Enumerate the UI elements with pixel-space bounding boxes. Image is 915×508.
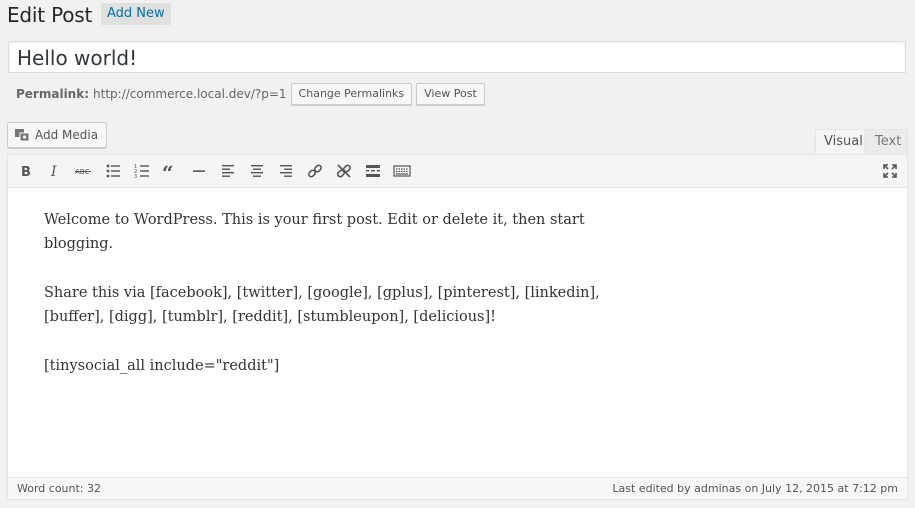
svg-text:“: “ — [162, 163, 174, 179]
add-media-button[interactable]: Add Media — [7, 122, 108, 148]
strikethrough-icon[interactable]: ABC — [71, 159, 95, 183]
unlink-icon[interactable] — [332, 159, 356, 183]
numbered-list-icon[interactable]: 123 — [130, 159, 154, 183]
post-title-value: Hello world! — [17, 46, 138, 70]
tab-text[interactable]: Text — [866, 129, 908, 154]
editor-statusbar: Word count: 32 Last edited by adminas on… — [8, 477, 907, 499]
content-paragraph: Share this via [facebook], [twitter], [g… — [44, 285, 600, 325]
read-more-icon[interactable] — [361, 159, 385, 183]
add-media-label: Add Media — [35, 128, 99, 142]
editor-content[interactable]: Welcome to WordPress. This is your first… — [44, 208, 604, 403]
fullscreen-icon[interactable] — [878, 159, 902, 183]
align-right-icon[interactable] — [274, 159, 298, 183]
page-title: Edit Post — [7, 3, 93, 27]
toolbar-toggle-icon[interactable] — [390, 159, 414, 183]
add-new-button[interactable]: Add New — [101, 3, 171, 25]
permalink-label: Permalink: — [16, 87, 90, 101]
tab-visual[interactable]: Visual — [815, 129, 865, 154]
svg-text:3: 3 — [134, 174, 137, 179]
change-permalinks-button[interactable]: Change Permalinks — [290, 83, 413, 105]
editor-toolbar: B I ABC 123 “ — [8, 155, 907, 188]
svg-text:B: B — [21, 165, 31, 179]
blockquote-icon[interactable]: “ — [158, 159, 182, 183]
link-icon[interactable] — [303, 159, 327, 183]
align-left-icon[interactable] — [216, 159, 240, 183]
editor: B I ABC 123 “ — [7, 154, 908, 500]
svg-text:I: I — [50, 164, 57, 179]
view-post-button[interactable]: View Post — [416, 83, 485, 105]
permalink-url[interactable]: http://commerce.local.dev/?p=1 — [93, 87, 287, 101]
horizontal-rule-icon[interactable] — [187, 159, 211, 183]
bold-icon[interactable]: B — [14, 159, 38, 183]
content-paragraph: Welcome to WordPress. This is your first… — [44, 212, 585, 252]
content-paragraph: [tinysocial_all include="reddit"] — [44, 358, 280, 374]
bullet-list-icon[interactable] — [101, 159, 125, 183]
post-title-field[interactable]: Hello world! — [8, 41, 906, 73]
media-icon — [15, 129, 30, 142]
permalink-row: Permalink: http://commerce.local.dev/?p=… — [16, 82, 485, 106]
word-count: Word count: 32 — [17, 482, 102, 495]
italic-icon[interactable]: I — [43, 159, 67, 183]
last-edited: Last edited by adminas on July 12, 2015 … — [612, 482, 898, 495]
align-center-icon[interactable] — [245, 159, 269, 183]
